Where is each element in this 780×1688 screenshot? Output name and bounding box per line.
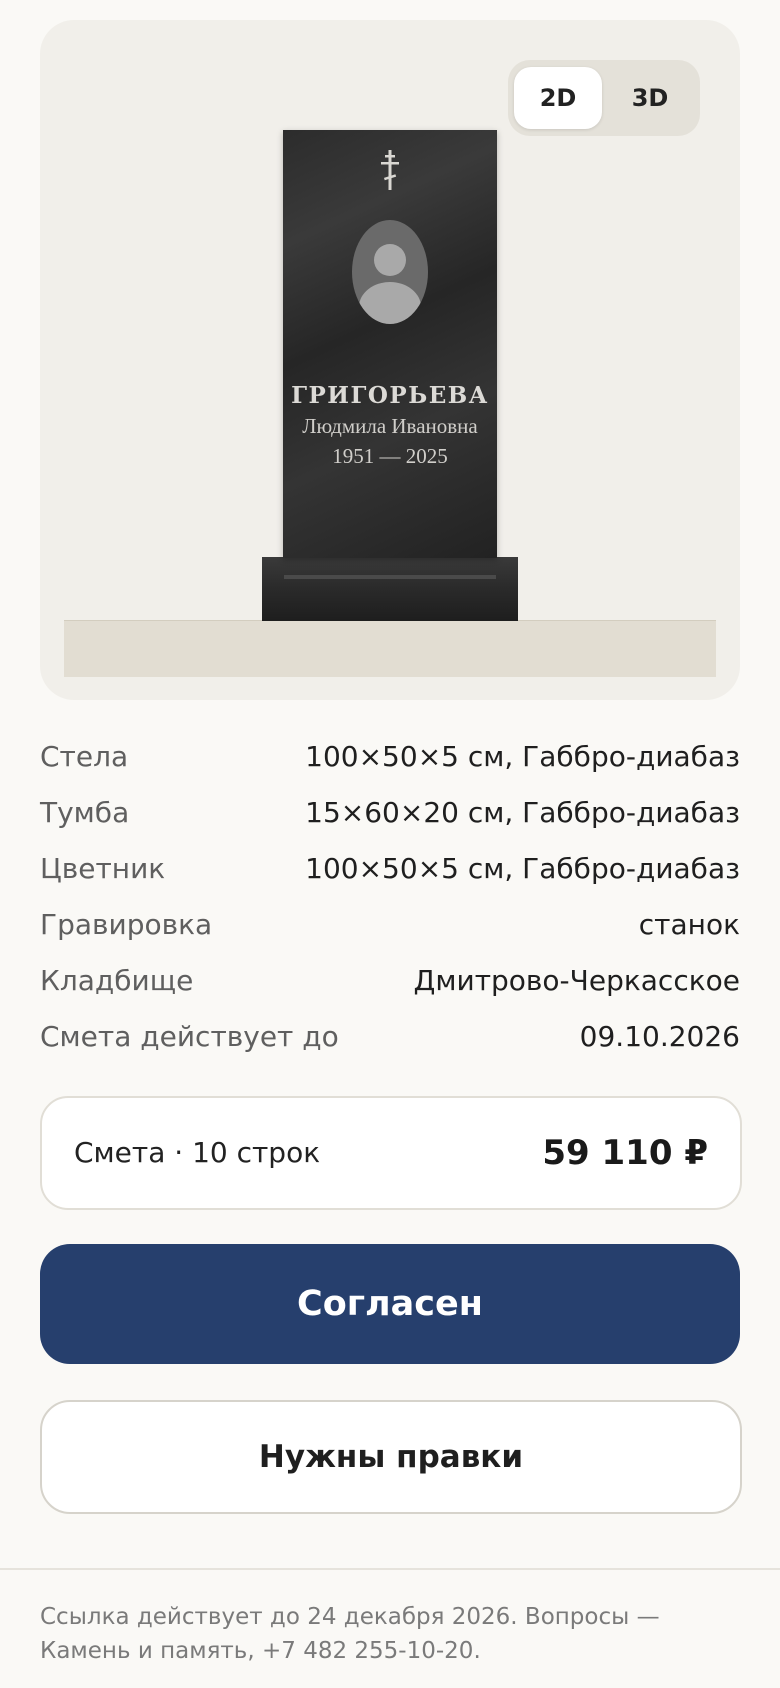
spec-row-pedestal: Тумба 15×60×20 см, Габбро-диабаз	[40, 784, 740, 840]
spec-value: 15×60×20 см, Габбро-диабаз	[305, 795, 740, 829]
estimate-label: Смета · 10 строк	[74, 1136, 321, 1169]
spec-row-stele: Стела 100×50×5 см, Габбро-диабаз	[40, 728, 740, 784]
spec-row-engraving: Гравировка станок	[40, 896, 740, 952]
spec-label: Гравировка	[40, 907, 213, 941]
spec-value: 100×50×5 см, Габбро-диабаз	[305, 739, 740, 773]
portrait-head	[374, 244, 406, 276]
engraved-given-names: Людмила Ивановна	[302, 414, 478, 438]
stele: ГРИГОРЬЕВА Людмила Ивановна 1951 — 2025	[283, 130, 497, 558]
view-3d-button[interactable]: 3D	[606, 67, 694, 129]
request-edits-button[interactable]: Нужны правки	[40, 1400, 742, 1514]
view-2d-button[interactable]: 2D	[514, 67, 602, 129]
spec-label: Стела	[40, 739, 129, 773]
spec-row-cemetery: Кладбище Дмитрово-Черкасское	[40, 952, 740, 1008]
pedestal-groove	[284, 575, 496, 579]
spec-label: Цветник	[40, 851, 166, 885]
orthodox-cross-icon	[381, 150, 399, 190]
spec-label: Смета действует до	[40, 1019, 339, 1053]
ground-slab	[64, 620, 716, 677]
spec-value: 100×50×5 см, Габбро-диабаз	[305, 851, 740, 885]
agree-button[interactable]: Согласен	[40, 1244, 740, 1364]
footer-divider	[0, 1568, 780, 1570]
spec-row-valid-until: Смета действует до 09.10.2026	[40, 1008, 740, 1064]
monument-preview: 2D 3D ГРИГОРЬЕВА Людмила Ивановна 1951 —…	[40, 20, 740, 700]
portrait-placeholder	[352, 220, 428, 324]
approval-page: 2D 3D ГРИГОРЬЕВА Людмила Ивановна 1951 —…	[0, 0, 780, 1688]
spec-row-flowerbed: Цветник 100×50×5 см, Габбро-диабаз	[40, 840, 740, 896]
order-specs: Стела 100×50×5 см, Габбро-диабаз Тумба 1…	[40, 728, 740, 1064]
spec-value: 09.10.2026	[579, 1019, 740, 1053]
pedestal	[262, 557, 518, 621]
view-mode-toggle: 2D 3D	[508, 60, 700, 136]
engraved-surname: ГРИГОРЬЕВА	[291, 382, 489, 409]
portrait-shoulders	[359, 282, 421, 324]
estimate-summary-card[interactable]: Смета · 10 строк 59 110 ₽	[40, 1096, 742, 1210]
spec-value: Дмитрово-Черкасское	[413, 963, 740, 997]
estimate-total: 59 110 ₽	[542, 1133, 708, 1173]
spec-label: Кладбище	[40, 963, 194, 997]
engraved-years: 1951 — 2025	[332, 444, 448, 468]
spec-value: станок	[638, 907, 740, 941]
spec-label: Тумба	[40, 795, 130, 829]
footer-note: Ссылка действует до 24 декабря 2026. Воп…	[40, 1604, 660, 1664]
